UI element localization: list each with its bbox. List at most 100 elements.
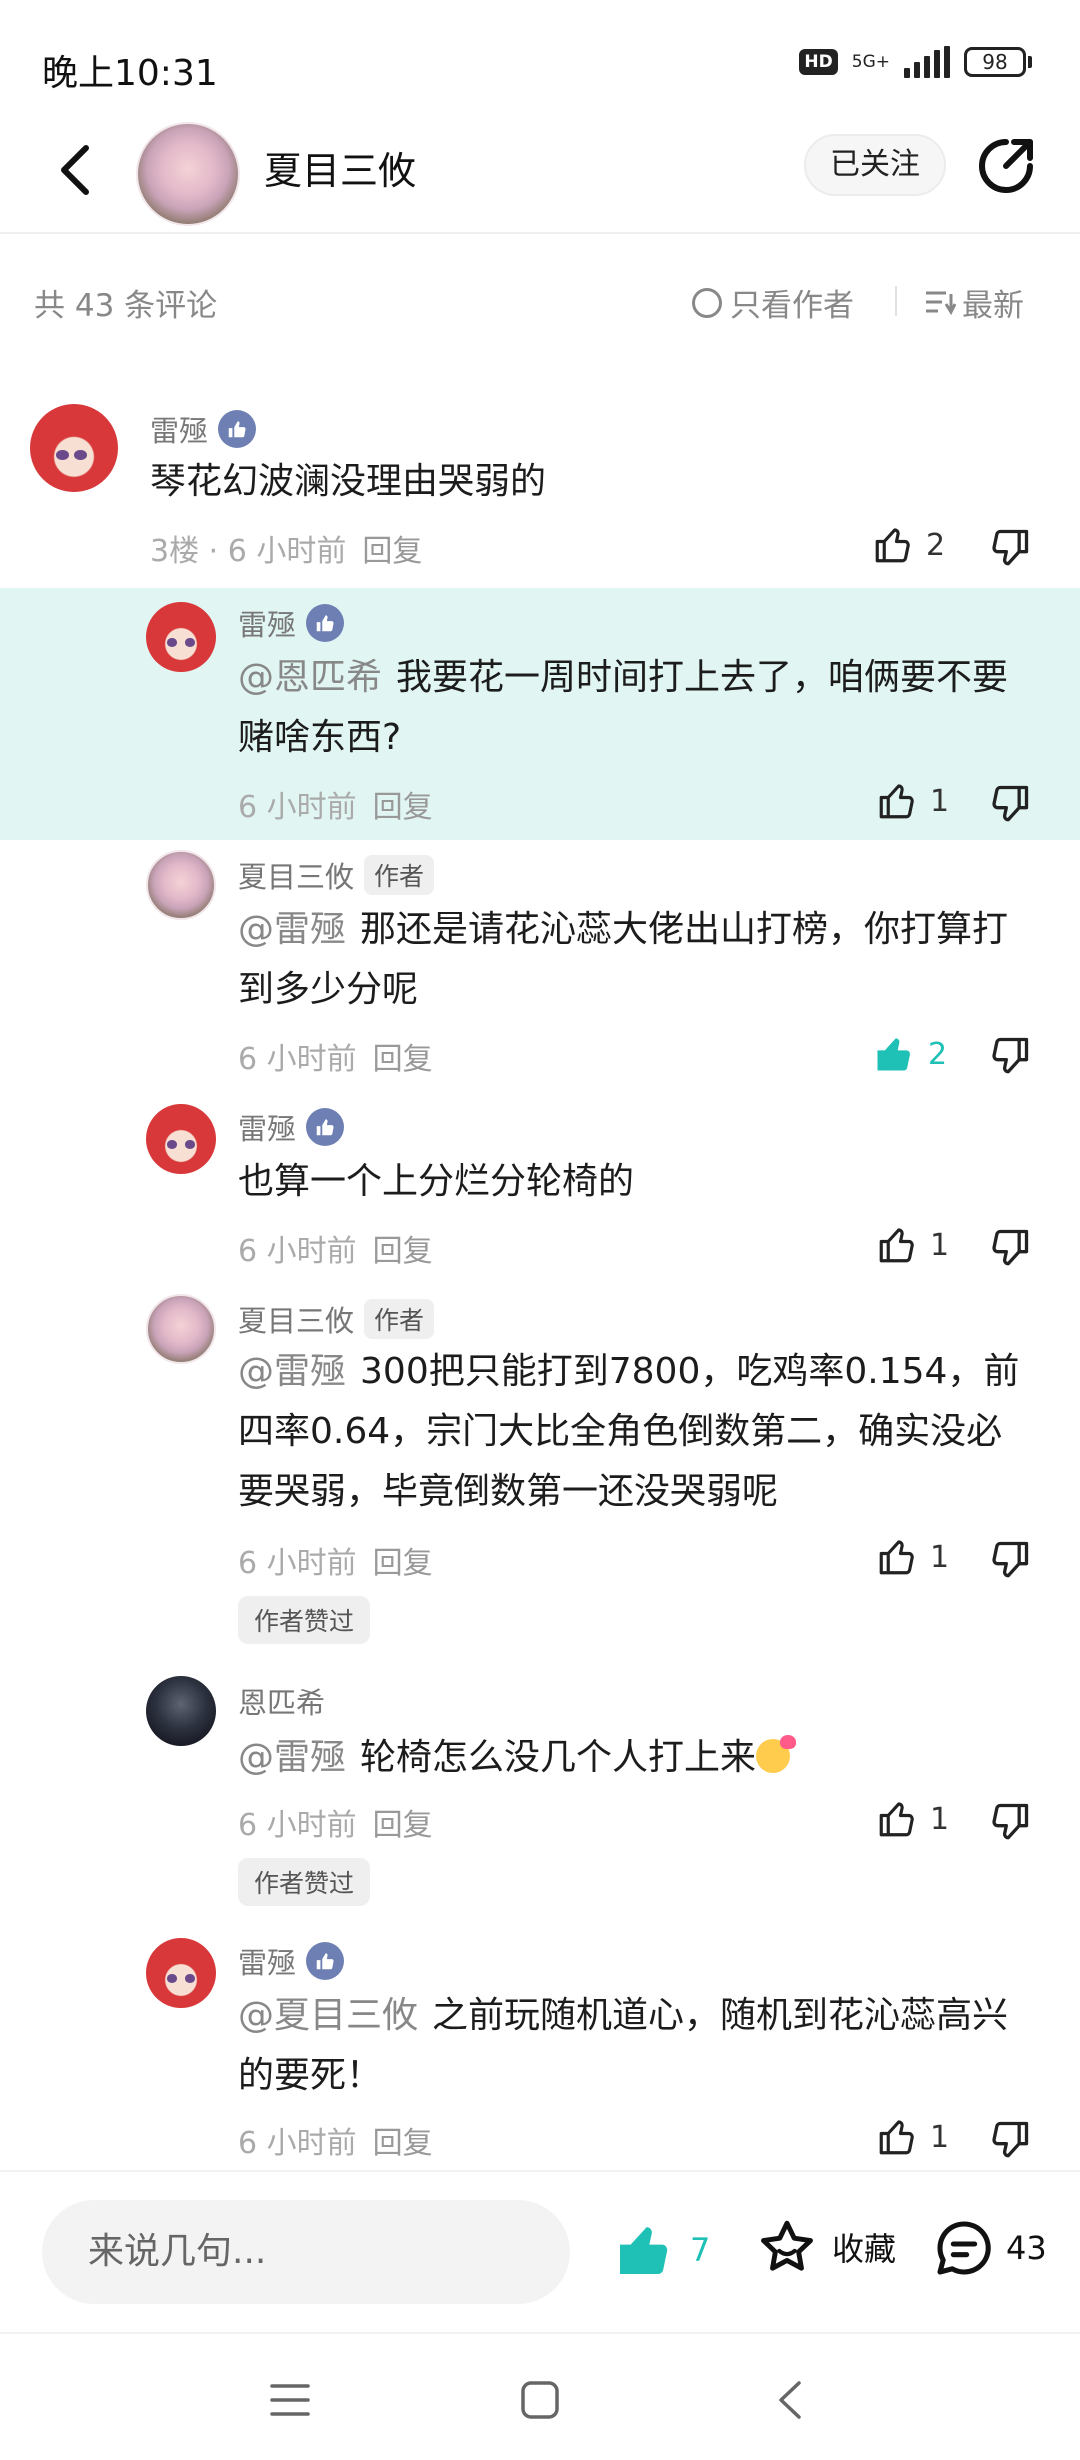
avatar[interactable] [146, 850, 216, 920]
avatar[interactable] [146, 1104, 216, 1174]
reply-button[interactable]: 回复 [373, 1546, 433, 1581]
like-count: 1 [930, 1539, 950, 1575]
comment-text: @夏目三攸 之前玩随机道心，随机到花沁蕊高兴的要死！ [238, 1995, 1009, 2096]
like-count: 1 [930, 2119, 950, 2155]
like-button[interactable]: 1 [876, 2116, 949, 2158]
username[interactable]: 夏目三攸 [238, 854, 354, 896]
reply-button[interactable]: 回复 [373, 1234, 433, 1269]
avatar[interactable] [146, 1676, 216, 1746]
post-header: 夏目三攸 已关注 [0, 110, 1080, 234]
dislike-button[interactable] [988, 526, 1032, 570]
comment-text: @雷殛 那还是请花沁蕊大佬出山打榜，你打算打到多少分呢 [238, 909, 1009, 1010]
system-nav-bar [0, 2332, 1080, 2460]
thumbs-up-filled-icon [620, 2227, 668, 2275]
sort-newest-button[interactable]: 最新 [924, 280, 1024, 325]
comment-meta: 3楼 · 6 小时前 回复 [150, 534, 423, 569]
only-author-toggle[interactable]: 只看作者 [692, 280, 854, 325]
comment-input[interactable]: 来说几句... [42, 2200, 570, 2304]
thumbs-up-icon [879, 784, 914, 819]
reply-item: 夏目三攸 作者 @雷殛 那还是请花沁蕊大佬出山打榜，你打算打到多少分呢 6 小时前… [0, 840, 1080, 1090]
like-button[interactable]: 1 [876, 780, 949, 822]
avatar[interactable] [30, 404, 118, 492]
follow-button[interactable]: 已关注 [804, 134, 946, 196]
mention-link[interactable]: @夏目三攸 [238, 1995, 418, 2036]
username[interactable]: 恩匹希 [238, 1680, 325, 1722]
comment-time: 6 小时前 [238, 2126, 357, 2161]
post-like-button[interactable]: 7 [612, 2218, 710, 2282]
floor-number: 3楼 [150, 534, 200, 569]
comment-time: 6 小时前 [238, 1546, 357, 1581]
comment-time: 6 小时前 [238, 1042, 357, 1077]
mention-link[interactable]: @雷殛 [238, 1737, 346, 1778]
reply-button[interactable]: 回复 [373, 790, 433, 825]
favorite-button[interactable]: 收藏 [756, 2216, 896, 2278]
post-like-count: 7 [690, 2231, 711, 2269]
thumbs-up-icon [879, 1228, 914, 1263]
comments-button[interactable]: 43 [932, 2216, 1047, 2280]
like-count: 2 [926, 527, 946, 563]
thumbs-down-icon [992, 1803, 1029, 1840]
avatar[interactable] [146, 1938, 216, 2008]
comment-meta: 6 小时前 回复 [238, 1226, 433, 1270]
back-button[interactable] [46, 140, 106, 200]
username[interactable]: 雷殛 [150, 408, 208, 450]
dislike-button[interactable] [988, 1800, 1032, 1844]
dislike-button[interactable] [988, 1538, 1032, 1582]
comment-text: 也算一个上分烂分轮椅的 [238, 1161, 635, 1202]
like-button-active[interactable]: 2 [872, 1032, 947, 1076]
thumbs-up-icon [879, 1540, 914, 1575]
mention-link[interactable]: @雷殛 [238, 909, 346, 950]
comment-meta: 6 小时前 回复 [238, 1800, 433, 1844]
thumbs-down-icon [992, 529, 1029, 566]
thumbs-down-icon [992, 2121, 1029, 2158]
username[interactable]: 雷殛 [238, 1940, 296, 1982]
favorite-label: 收藏 [832, 2230, 897, 2268]
reply-button[interactable]: 回复 [373, 1042, 433, 1077]
menu-button[interactable] [260, 2370, 320, 2430]
comment-user-row: 夏目三攸 作者 [238, 854, 435, 896]
avatar[interactable] [146, 1294, 216, 1364]
thumbs-up-filled-icon [877, 1038, 910, 1071]
thumbs-down-icon [992, 785, 1029, 822]
comment-user-row: 雷殛 [238, 1106, 345, 1148]
mention-link[interactable]: @雷殛 [238, 1351, 346, 1392]
like-button[interactable]: 1 [876, 1536, 949, 1578]
reply-item-highlighted: 雷殛 @恩匹希 我要花一周时间打上去了，咱俩要不要赌啥东西? 6 小时前 回复 1 [0, 588, 1080, 840]
dislike-button[interactable] [988, 1034, 1032, 1078]
thumbs-down-icon [992, 1229, 1029, 1266]
mention-link[interactable]: @恩匹希 [238, 657, 382, 698]
reply-button[interactable]: 回复 [362, 534, 422, 569]
bottom-action-bar: 来说几句... 7 收藏 43 [0, 2172, 1080, 2332]
level-badge-icon [306, 604, 345, 642]
reply-button[interactable]: 回复 [373, 2126, 433, 2161]
network-label: 5G+ [851, 52, 890, 72]
author-avatar[interactable] [136, 122, 240, 226]
back-arrow-icon [61, 145, 89, 195]
like-count: 1 [930, 1227, 950, 1263]
dislike-button[interactable] [988, 782, 1032, 826]
like-count: 1 [930, 783, 950, 819]
username[interactable]: 雷殛 [238, 602, 296, 644]
level-badge-icon [306, 1942, 345, 1980]
comment-meta: 6 小时前 回复 [238, 782, 433, 826]
comment-text: @雷殛 300把只能打到7800，吃鸡率0.154，前四率0.64，宗门大比全角色… [238, 1351, 1020, 1512]
like-button[interactable]: 2 [872, 524, 945, 566]
comment-meta: 6 小时前 回复 [238, 1538, 433, 1582]
like-button[interactable]: 1 [876, 1224, 949, 1266]
username[interactable]: 夏目三攸 [238, 1298, 354, 1340]
share-button[interactable] [976, 136, 1036, 196]
divider [895, 286, 897, 316]
dislike-button[interactable] [988, 2118, 1032, 2162]
radio-circle-icon [692, 287, 722, 318]
nav-back-button[interactable] [760, 2370, 820, 2430]
reply-button[interactable]: 回复 [373, 1808, 433, 1843]
avatar[interactable] [146, 602, 216, 672]
username[interactable]: 雷殛 [238, 1106, 296, 1148]
status-time: 晚上10:31 [42, 53, 218, 94]
home-button[interactable] [510, 2370, 570, 2430]
comment-user-row: 雷殛 [150, 408, 257, 450]
dislike-button[interactable] [988, 1226, 1032, 1270]
like-button[interactable]: 1 [876, 1798, 949, 1840]
author-name[interactable]: 夏目三攸 [264, 140, 416, 195]
thumbs-up-icon [879, 1802, 914, 1837]
